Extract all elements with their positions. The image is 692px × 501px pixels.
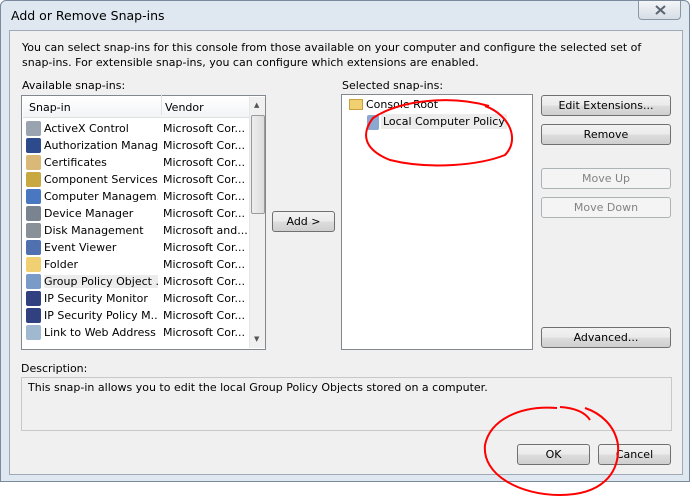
annotation-circle-policy (365, 99, 514, 167)
annotation-circle-ok (483, 406, 620, 497)
red-annotations (365, 99, 620, 497)
